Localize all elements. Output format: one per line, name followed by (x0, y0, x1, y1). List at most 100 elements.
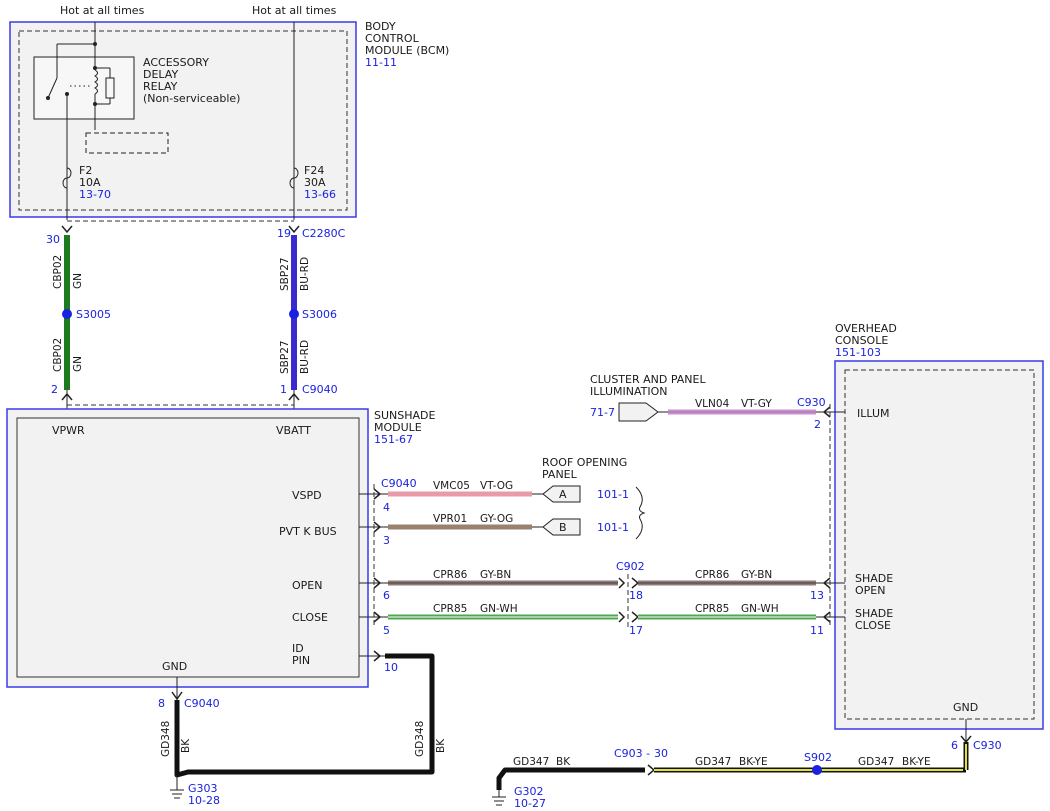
sunshade-gnd-label: GND (162, 660, 187, 673)
wire-cpr86-left-circuit: CPR86 (433, 569, 468, 581)
relay-label-4: (Non-serviceable) (143, 92, 240, 105)
pin-1-label: 1 (280, 383, 287, 396)
connector-c9040-gnd-label: C9040 (184, 697, 220, 710)
fuse-f24-ref: 13-66 (304, 188, 336, 201)
pin-4-label: 4 (383, 501, 390, 514)
wire-cpr85-right-color: GN-WH (741, 603, 779, 615)
tag-b-ref: 101-1 (597, 521, 629, 534)
ground-g302-ref: 10-27 (514, 797, 546, 810)
fuse-f2-ref: 13-70 (79, 188, 111, 201)
connector-c930-label: C930 (797, 396, 826, 409)
wire-left-circuit-lower: CBP02 (52, 338, 64, 372)
splice-s3005-label: S3005 (76, 308, 111, 321)
tag-a-ref: 101-1 (597, 488, 629, 501)
terminal-pin: PIN (292, 654, 310, 667)
relay-junction-coil (93, 66, 97, 70)
c902-arrow-18a (618, 577, 626, 589)
overhead-ref: 151-103 (835, 346, 881, 359)
source-label-right: Hot at all times (252, 4, 337, 17)
cluster-connector-tag (618, 402, 659, 422)
splice-s3005 (62, 309, 72, 319)
terminal-pvt-k-bus: PVT K BUS (279, 525, 337, 538)
wire-gd348-right-circuit: GD348 (414, 721, 426, 757)
roof-panel-label-2: PANEL (542, 468, 578, 481)
c902-arrow-18b (631, 577, 640, 589)
terminal-vbatt: VBATT (276, 424, 311, 437)
pin-19-label: 19 (277, 227, 291, 240)
connector-c903-label: C903 - (614, 747, 650, 760)
wire-vln04-color: VT-GY (741, 398, 772, 410)
pin-10-label: 10 (384, 661, 398, 674)
roof-panel-brace (635, 486, 646, 540)
wire-right-color-lower: BU-RD (299, 340, 311, 374)
connector-c9040-top-label: C9040 (302, 383, 338, 396)
relay-contact (65, 92, 69, 96)
wire-vmc05-circuit: VMC05 (433, 480, 470, 492)
pin-18-label: 18 (629, 589, 643, 602)
wire-gd347-seg1-color: BK (556, 756, 571, 768)
wire-left-circuit-upper: CBP02 (52, 255, 64, 289)
wire-gd347-seg2-color: BK-YE (739, 756, 768, 768)
pin-11-label: 11 (810, 624, 824, 637)
terminal-vspd: VSPD (292, 489, 322, 502)
terminal-shade-open-2: OPEN (855, 584, 885, 597)
wire-right-color-upper: BU-RD (299, 257, 311, 291)
wire-left-color-upper: GN (72, 273, 84, 289)
terminal-close: CLOSE (292, 611, 328, 624)
pin-3-label: 3 (383, 534, 390, 547)
pin-6-label: 6 (383, 589, 390, 602)
tag-a-label: A (559, 488, 567, 501)
wire-gd347-seg3-color: BK-YE (902, 756, 931, 768)
relay-junction-top (93, 42, 97, 46)
wire-gd348-left-circuit: GD348 (160, 721, 172, 757)
wire-cpr86-left-color: GY-BN (480, 569, 511, 581)
terminal-open: OPEN (292, 579, 322, 592)
relay-switch-pivot (46, 96, 50, 100)
wire-vln04-circuit: VLN04 (695, 398, 730, 410)
splice-s902 (812, 765, 822, 775)
pin-5-label: 5 (383, 624, 390, 637)
wire-right-circuit-upper: SBP27 (279, 257, 291, 291)
ground-g303-ref: 10-28 (188, 794, 220, 807)
wire-gd347-seg2-circuit: GD347 (695, 756, 731, 768)
source-label-left: Hot at all times (60, 4, 145, 17)
wire-cpr85-right-circuit: CPR85 (695, 603, 729, 615)
pin-2-label: 2 (51, 383, 58, 396)
pin-17-label: 17 (629, 624, 643, 637)
c902-arrow-17b (631, 611, 640, 623)
wire-cpr86-right-circuit: CPR86 (695, 569, 730, 581)
sunshade-ref: 151-67 (374, 433, 413, 446)
splice-s902-label: S902 (804, 751, 832, 764)
wire-cpr85-left-color: GN-WH (480, 603, 518, 615)
pin-30-label: 30 (46, 233, 60, 246)
pin-13-label: 13 (810, 589, 824, 602)
wiring-diagram: BODY CONTROL MODULE (BCM) 11-11 Hot at a… (6, 4, 1044, 810)
wire-vpr01-color: GY-OG (480, 513, 513, 525)
connector-c2280c-label: C2280C (302, 227, 346, 240)
connector-c930-gnd-label: C930 (973, 739, 1002, 752)
wire-vpr01-circuit: VPR01 (433, 513, 467, 525)
cluster-ref: 71-7 (590, 406, 615, 419)
tag-b-label: B (559, 521, 567, 534)
c902-arrow-17a (618, 611, 626, 623)
wire-gd347-seg3-circuit: GD347 (858, 756, 894, 768)
terminal-shade-close-2: CLOSE (855, 619, 891, 632)
pin-2-c930-label: 2 (814, 418, 821, 431)
wire-gd348-right-color: BK (435, 738, 447, 753)
pin-6-c930-label: 6 (951, 739, 958, 752)
ground-g302-symbol (492, 796, 506, 806)
c903-arrow (647, 764, 656, 776)
ground-g303-symbol (170, 789, 184, 799)
wire-left-color-lower: GN (72, 356, 84, 372)
sunshade-module (6, 408, 369, 688)
connector-c9040-side-label: C9040 (381, 477, 417, 490)
splice-s3006-label: S3006 (302, 308, 337, 321)
splice-s3006 (289, 309, 299, 319)
pin-30-c903-label: 30 (654, 747, 668, 760)
connector-c902-label: C902 (616, 560, 645, 573)
cluster-label-2: ILLUMINATION (590, 385, 668, 398)
wire-cpr85-left-circuit: CPR85 (433, 603, 467, 615)
terminal-vpwr: VPWR (52, 424, 85, 437)
pin-8-label: 8 (158, 697, 165, 710)
wire-gd347-seg1-circuit: GD347 (513, 756, 549, 768)
